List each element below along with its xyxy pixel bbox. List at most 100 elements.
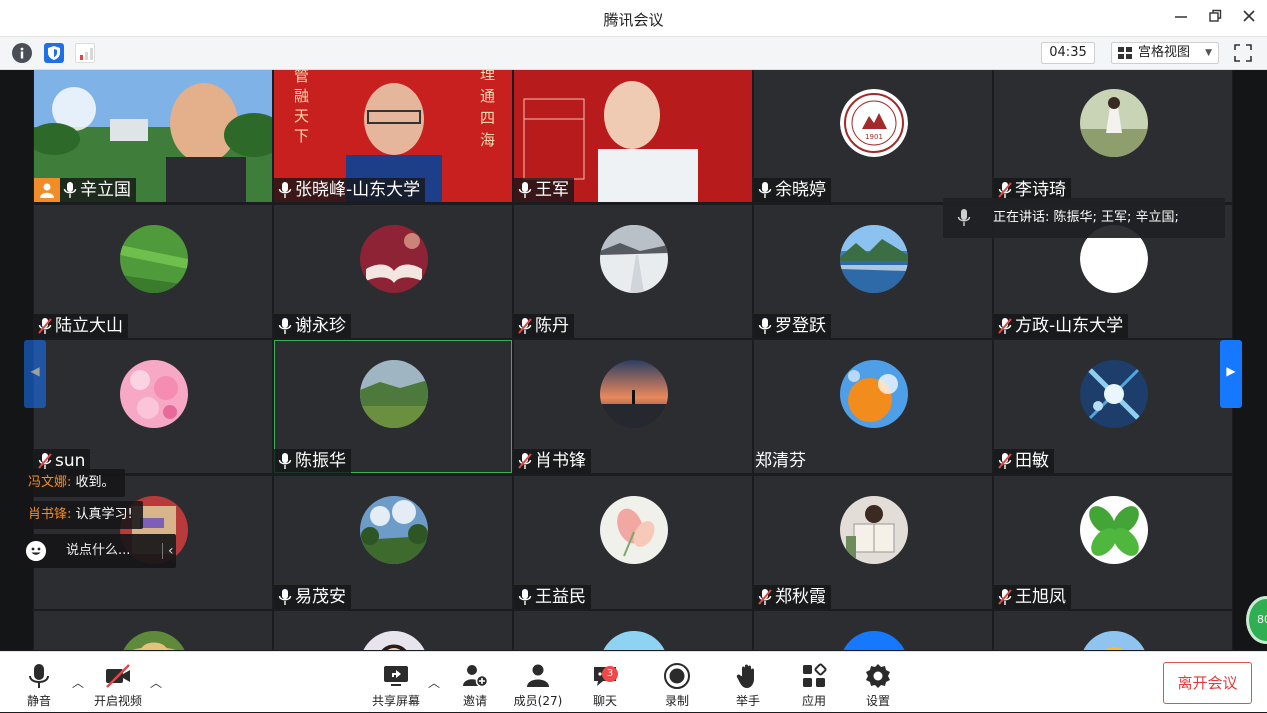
chat-button[interactable]: 3 聊天 (588, 652, 622, 713)
participant-tile[interactable]: 郑秋霞 (754, 475, 992, 609)
mic-muted-icon (997, 317, 1013, 335)
participant-tile[interactable]: 1901 余晓婷 (754, 70, 992, 202)
network-signal-icon[interactable] (75, 43, 95, 63)
chat-sender: 冯文娜: (28, 475, 72, 490)
participant-nametag: 陈振华 (274, 449, 351, 473)
participant-tile[interactable] (514, 611, 752, 650)
chat-placeholder: 说点什么... (66, 543, 131, 558)
participant-name: 陈丹 (535, 315, 569, 336)
participant-tile[interactable]: 陈振华 (274, 340, 512, 473)
chat-text: 收到。 (75, 475, 115, 490)
leave-meeting-button[interactable]: 离开会议 (1163, 662, 1252, 704)
participant-tile[interactable] (994, 611, 1232, 650)
security-shield-icon[interactable] (44, 43, 64, 63)
host-user-icon (34, 178, 60, 202)
participant-tile[interactable]: 王旭凤 (994, 475, 1232, 609)
share-screen-button[interactable]: 共享屏幕 (368, 652, 424, 713)
participant-tile[interactable]: 管融天下 理通四海张晓峰-山东大学 (274, 70, 512, 202)
microphone-icon (517, 181, 533, 199)
apps-button[interactable]: 应用 (797, 652, 831, 713)
participant-avatar (120, 631, 188, 650)
unread-badge: 3 (602, 666, 618, 682)
participant-tile[interactable]: 肖书锋 (514, 340, 752, 473)
restore-button[interactable] (1202, 6, 1228, 30)
participant-avatar (360, 495, 428, 564)
apps-grid-icon (803, 663, 827, 687)
participant-avatar (1080, 631, 1148, 650)
chat-message: 冯文娜: 收到。 (18, 469, 125, 497)
share-options-caret[interactable]: ︿ (428, 674, 440, 691)
info-icon[interactable] (12, 43, 32, 63)
participant-tile[interactable]: 陈丹 (514, 204, 752, 338)
participant-nametag: 谢永珍 (274, 313, 351, 338)
close-icon (1243, 10, 1255, 22)
participant-nametag: 张晓峰-山东大学 (274, 178, 426, 202)
participant-nametag: 陆立大山 (34, 313, 128, 338)
settings-button[interactable]: 设置 (861, 652, 895, 713)
participant-nametag: 郑秋霞 (754, 584, 831, 609)
view-selector[interactable]: 宫格视图 ▼ (1111, 42, 1219, 64)
mic-muted-icon (517, 452, 533, 470)
participant-tile[interactable]: 田敏 (994, 340, 1232, 473)
mic-muted-icon (37, 317, 53, 335)
participant-avatar: 春霞 (840, 631, 908, 650)
participant-tile[interactable]: 陆立大山 (34, 204, 272, 338)
participant-nametag: 余晓婷 (754, 178, 831, 202)
participant-avatar (1080, 89, 1148, 157)
participant-nametag: 王旭凤 (994, 584, 1071, 609)
minimize-button[interactable] (1168, 6, 1194, 30)
participant-nametag: 郑清芬 (754, 449, 811, 473)
emoji-icon[interactable] (26, 541, 46, 561)
next-page-button[interactable]: ▶ (1220, 340, 1242, 408)
participant-tile[interactable]: sun (34, 340, 272, 473)
participant-tile[interactable]: 春霞 (754, 611, 992, 650)
participant-avatar (120, 360, 188, 428)
participant-nametag: 陈丹 (514, 313, 574, 338)
participant-tile[interactable] (34, 611, 272, 650)
mute-options-caret[interactable]: ︿ (72, 674, 84, 691)
previous-page-button[interactable]: ◀ (24, 340, 46, 408)
microphone-icon (757, 317, 773, 335)
participant-name: 田敏 (1015, 451, 1049, 471)
participant-nametag: 王益民 (514, 584, 591, 609)
fullscreen-button[interactable] (1232, 42, 1254, 64)
grid-view-icon (1118, 47, 1132, 59)
participant-name: 陈振华 (295, 451, 346, 471)
participant-nametag: 王军 (514, 178, 574, 202)
chat-label: 聊天 (592, 694, 617, 708)
participant-tile[interactable]: 李诗琦 (994, 70, 1232, 202)
participant-avatar (840, 224, 908, 293)
raise-hand-icon (736, 664, 754, 688)
participant-name: 罗登跃 (775, 315, 826, 336)
close-button[interactable] (1236, 6, 1262, 30)
raise-hand-button[interactable]: 举手 (731, 652, 765, 713)
chat-input[interactable]: 说点什么... ‹ (18, 534, 176, 568)
video-options-caret[interactable]: ︿ (150, 674, 162, 691)
participant-tile[interactable]: 谢永珍 (274, 204, 512, 338)
participant-name: 辛立国 (80, 180, 131, 200)
share-screen-icon (384, 666, 408, 686)
participant-grid: 辛立国 管融天下 理通四海张晓峰-山东大学 王军 1901 余晓婷 李诗琦陆立大山 谢永珍 陈丹… (33, 70, 1233, 650)
invite-button[interactable]: 邀请 (458, 652, 492, 713)
mic-muted-icon (757, 588, 773, 606)
members-icon (527, 664, 549, 687)
svg-text:四: 四 (480, 109, 495, 127)
participant-tile[interactable]: 王军 (514, 70, 752, 202)
participant-tile[interactable]: 郑清芬 (754, 340, 992, 473)
start-video-button[interactable]: 开启视频 (92, 652, 144, 713)
mute-label: 静音 (26, 694, 51, 708)
participant-tile[interactable]: 易茂安 (274, 475, 512, 609)
participant-name: 郑清芬 (755, 451, 806, 471)
mute-button[interactable]: 静音 (22, 652, 56, 713)
mic-muted-icon (37, 452, 53, 470)
record-button[interactable]: 录制 (660, 652, 694, 713)
participant-tile[interactable] (274, 611, 512, 650)
members-button[interactable]: 成员(27) (512, 652, 564, 713)
divider (162, 543, 163, 559)
participant-nametag: 方政-山东大学 (994, 313, 1129, 338)
chevron-left-icon[interactable]: ‹ (168, 534, 174, 568)
participant-tile[interactable]: 辛立国 (34, 70, 272, 202)
settings-label: 设置 (865, 694, 890, 708)
mic-muted-icon (997, 181, 1013, 199)
participant-tile[interactable]: 王益民 (514, 475, 752, 609)
